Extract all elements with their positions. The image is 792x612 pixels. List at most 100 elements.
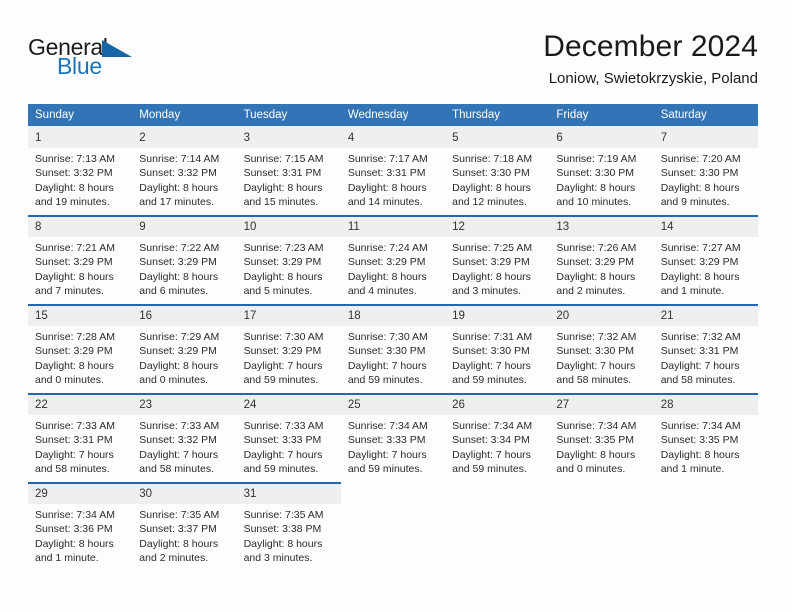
calendar-table: Sunday Monday Tuesday Wednesday Thursday Frid…	[28, 104, 758, 571]
calendar-day[interactable]: 25 Sunrise: 7:34 AM Sunset: 3:33 PM Dayligh…	[340, 393, 446, 482]
calendar-day[interactable]: 4 Sunrise: 7:17 AM Sunset: 3:31 PM Daylight…	[340, 126, 446, 215]
calendar-cell: 4 Sunrise: 7:17 AM Sunset: 3:31 PM Daylight…	[340, 126, 446, 215]
calendar-day[interactable]: 14 Sunrise: 7:27 AM Sunset: 3:29 PM Dayligh…	[653, 215, 758, 304]
daylight-text: Daylight: 7 hours	[347, 359, 427, 372]
sunrise-text: Sunrise: 7:35 AM	[139, 509, 220, 521]
calendar-day[interactable]: 19 Sunrise: 7:31 AM Sunset: 3:30 PM Dayligh…	[445, 304, 550, 393]
calendar-cell: 10 Sunrise: 7:23 AM Sunset: 3:29 PM Dayligh…	[236, 215, 341, 304]
day-details: Sunrise: 7:15 AM Sunset: 3:31 PM Daylight:…	[237, 148, 341, 210]
daylight-text: Daylight: 8 hours	[139, 270, 219, 283]
calendar-day[interactable]: 27 Sunrise: 7:34 AM Sunset: 3:35 PM Dayligh…	[549, 393, 654, 482]
calendar-day[interactable]: 8 Sunrise: 7:21 AM Sunset: 3:29 PM Daylight…	[28, 215, 133, 304]
weekday-header-saturday: Saturday	[653, 104, 758, 126]
calendar-day[interactable]: 26 Sunrise: 7:34 AM Sunset: 3:34 PM Dayligh…	[445, 393, 550, 482]
day-number: 5	[445, 126, 550, 148]
calendar-day[interactable]: 6 Sunrise: 7:19 AM Sunset: 3:30 PM Daylight…	[549, 126, 654, 215]
calendar-day[interactable]: 3 Sunrise: 7:15 AM Sunset: 3:31 PM Daylight…	[236, 126, 341, 215]
sunset-text: Sunset: 3:29 PM	[35, 345, 113, 358]
sunset-text: Sunset: 3:31 PM	[660, 345, 739, 358]
calendar-day[interactable]: 13 Sunrise: 7:26 AM Sunset: 3:29 PM Dayligh…	[549, 215, 654, 304]
daylight-text: Daylight: 8 hours	[35, 359, 114, 372]
calendar-day[interactable]: 22 Sunrise: 7:33 AM Sunset: 3:31 PM Dayligh…	[28, 393, 133, 482]
day-details: Sunrise: 7:32 AM Sunset: 3:30 PM Daylight:…	[549, 326, 653, 388]
daylight-text: and 12 minutes.	[452, 196, 527, 209]
calendar-day[interactable]: 7 Sunrise: 7:20 AM Sunset: 3:30 PM Daylight…	[653, 126, 758, 215]
sunset-text: Sunset: 3:35 PM	[556, 434, 635, 447]
sunrise-text: Sunrise: 7:28 AM	[35, 331, 115, 343]
calendar-day[interactable]: 21 Sunrise: 7:32 AM Sunset: 3:31 PM Dayligh…	[653, 304, 758, 393]
daylight-text: and 4 minutes.	[347, 285, 417, 298]
daylight-text: Daylight: 8 hours	[35, 181, 114, 194]
calendar-day[interactable]: 11 Sunrise: 7:24 AM Sunset: 3:29 PM Dayligh…	[340, 215, 446, 304]
sunrise-text: Sunrise: 7:27 AM	[660, 242, 741, 254]
sunset-text: Sunset: 3:34 PM	[452, 434, 530, 447]
sunrise-text: Sunrise: 7:23 AM	[243, 242, 324, 254]
sunrise-text: Sunrise: 7:34 AM	[556, 420, 637, 432]
calendar-day[interactable]: 5 Sunrise: 7:18 AM Sunset: 3:30 PM Daylight…	[445, 126, 550, 215]
day-details: Sunrise: 7:28 AM Sunset: 3:29 PM Daylight:…	[28, 326, 132, 388]
daylight-text: Daylight: 8 hours	[556, 448, 636, 461]
day-details: Sunrise: 7:35 AM Sunset: 3:37 PM Daylight:…	[132, 504, 236, 566]
sunset-text: Sunset: 3:32 PM	[35, 167, 113, 180]
day-number	[445, 482, 549, 502]
calendar-cell: 26 Sunrise: 7:34 AM Sunset: 3:34 PM Dayligh…	[445, 393, 550, 482]
weekday-header-wednesday: Wednesday	[340, 104, 446, 126]
calendar-cell: 28 Sunrise: 7:34 AM Sunset: 3:35 PM Dayligh…	[653, 393, 758, 482]
day-details: Sunrise: 7:26 AM Sunset: 3:29 PM Daylight:…	[549, 237, 653, 299]
calendar-day[interactable]: 9 Sunrise: 7:22 AM Sunset: 3:29 PM Daylight…	[132, 215, 237, 304]
sunrise-text: Sunrise: 7:26 AM	[556, 242, 637, 254]
day-number: 4	[340, 126, 446, 148]
calendar-day[interactable]: 17 Sunrise: 7:30 AM Sunset: 3:29 PM Dayligh…	[236, 304, 341, 393]
calendar-day[interactable]: 30 Sunrise: 7:35 AM Sunset: 3:37 PM Dayligh…	[132, 482, 237, 571]
sunrise-text: Sunrise: 7:21 AM	[35, 242, 115, 254]
weekday-header-row: Sunday Monday Tuesday Wednesday Thursday Frid…	[28, 104, 758, 126]
calendar-day[interactable]: 31 Sunrise: 7:35 AM Sunset: 3:38 PM Dayligh…	[236, 482, 341, 571]
sunrise-text: Sunrise: 7:24 AM	[347, 242, 428, 254]
sunset-text: Sunset: 3:29 PM	[452, 256, 530, 269]
daylight-text: Daylight: 7 hours	[35, 448, 114, 461]
sunrise-text: Sunrise: 7:22 AM	[139, 242, 220, 254]
daylight-text: and 0 minutes.	[556, 463, 626, 476]
day-number: 23	[132, 393, 237, 415]
daylight-text: Daylight: 8 hours	[139, 359, 219, 372]
day-details: Sunrise: 7:23 AM Sunset: 3:29 PM Daylight:…	[237, 237, 341, 299]
sunrise-text: Sunrise: 7:15 AM	[243, 153, 324, 165]
calendar-day[interactable]: 28 Sunrise: 7:34 AM Sunset: 3:35 PM Dayligh…	[653, 393, 758, 482]
sunrise-text: Sunrise: 7:20 AM	[660, 153, 741, 165]
sunrise-text: Sunrise: 7:29 AM	[139, 331, 220, 343]
calendar-header-row: Sunday Monday Tuesday Wednesday Thursday Frid…	[28, 104, 758, 126]
brand-logo[interactable]: General Blue	[28, 34, 178, 80]
daylight-text: and 1 minute.	[660, 463, 725, 476]
day-details: Sunrise: 7:19 AM Sunset: 3:30 PM Daylight:…	[549, 148, 653, 210]
day-number: 13	[549, 215, 654, 237]
sunset-text: Sunset: 3:30 PM	[347, 345, 426, 358]
calendar-day[interactable]: 29 Sunrise: 7:34 AM Sunset: 3:36 PM Dayligh…	[28, 482, 133, 571]
daylight-text: Daylight: 8 hours	[139, 181, 219, 194]
calendar-day[interactable]: 2 Sunrise: 7:14 AM Sunset: 3:32 PM Daylight…	[132, 126, 237, 215]
sunset-text: Sunset: 3:32 PM	[139, 167, 217, 180]
sunset-text: Sunset: 3:38 PM	[243, 523, 322, 536]
calendar-day[interactable]: 12 Sunrise: 7:25 AM Sunset: 3:29 PM Dayligh…	[445, 215, 550, 304]
calendar-cell: 15 Sunrise: 7:28 AM Sunset: 3:29 PM Dayligh…	[28, 304, 133, 393]
sunrise-text: Sunrise: 7:34 AM	[347, 420, 428, 432]
calendar-day[interactable]: 20 Sunrise: 7:32 AM Sunset: 3:30 PM Dayligh…	[549, 304, 654, 393]
calendar-day[interactable]: 18 Sunrise: 7:30 AM Sunset: 3:30 PM Dayligh…	[340, 304, 446, 393]
calendar-cell: 29 Sunrise: 7:34 AM Sunset: 3:36 PM Dayligh…	[28, 482, 133, 571]
sunset-text: Sunset: 3:29 PM	[139, 345, 217, 358]
sunset-text: Sunset: 3:29 PM	[35, 256, 113, 269]
daylight-text: and 59 minutes.	[347, 463, 423, 476]
daylight-text: and 7 minutes.	[35, 285, 104, 298]
calendar-day[interactable]: 15 Sunrise: 7:28 AM Sunset: 3:29 PM Dayligh…	[28, 304, 133, 393]
sunrise-text: Sunrise: 7:30 AM	[243, 331, 324, 343]
calendar-day[interactable]: 10 Sunrise: 7:23 AM Sunset: 3:29 PM Dayligh…	[236, 215, 341, 304]
sunrise-text: Sunrise: 7:17 AM	[347, 153, 428, 165]
calendar-day[interactable]: 1 Sunrise: 7:13 AM Sunset: 3:32 PM Daylight…	[28, 126, 133, 215]
day-number: 27	[549, 393, 654, 415]
day-details: Sunrise: 7:33 AM Sunset: 3:31 PM Daylight:…	[28, 415, 132, 477]
calendar-day[interactable]: 16 Sunrise: 7:29 AM Sunset: 3:29 PM Dayligh…	[132, 304, 237, 393]
day-number: 18	[340, 304, 446, 326]
calendar-cell	[549, 482, 653, 571]
calendar-cell: 3 Sunrise: 7:15 AM Sunset: 3:31 PM Daylight…	[236, 126, 341, 215]
calendar-day[interactable]: 23 Sunrise: 7:33 AM Sunset: 3:32 PM Dayligh…	[132, 393, 237, 482]
calendar-day[interactable]: 24 Sunrise: 7:33 AM Sunset: 3:33 PM Dayligh…	[236, 393, 341, 482]
